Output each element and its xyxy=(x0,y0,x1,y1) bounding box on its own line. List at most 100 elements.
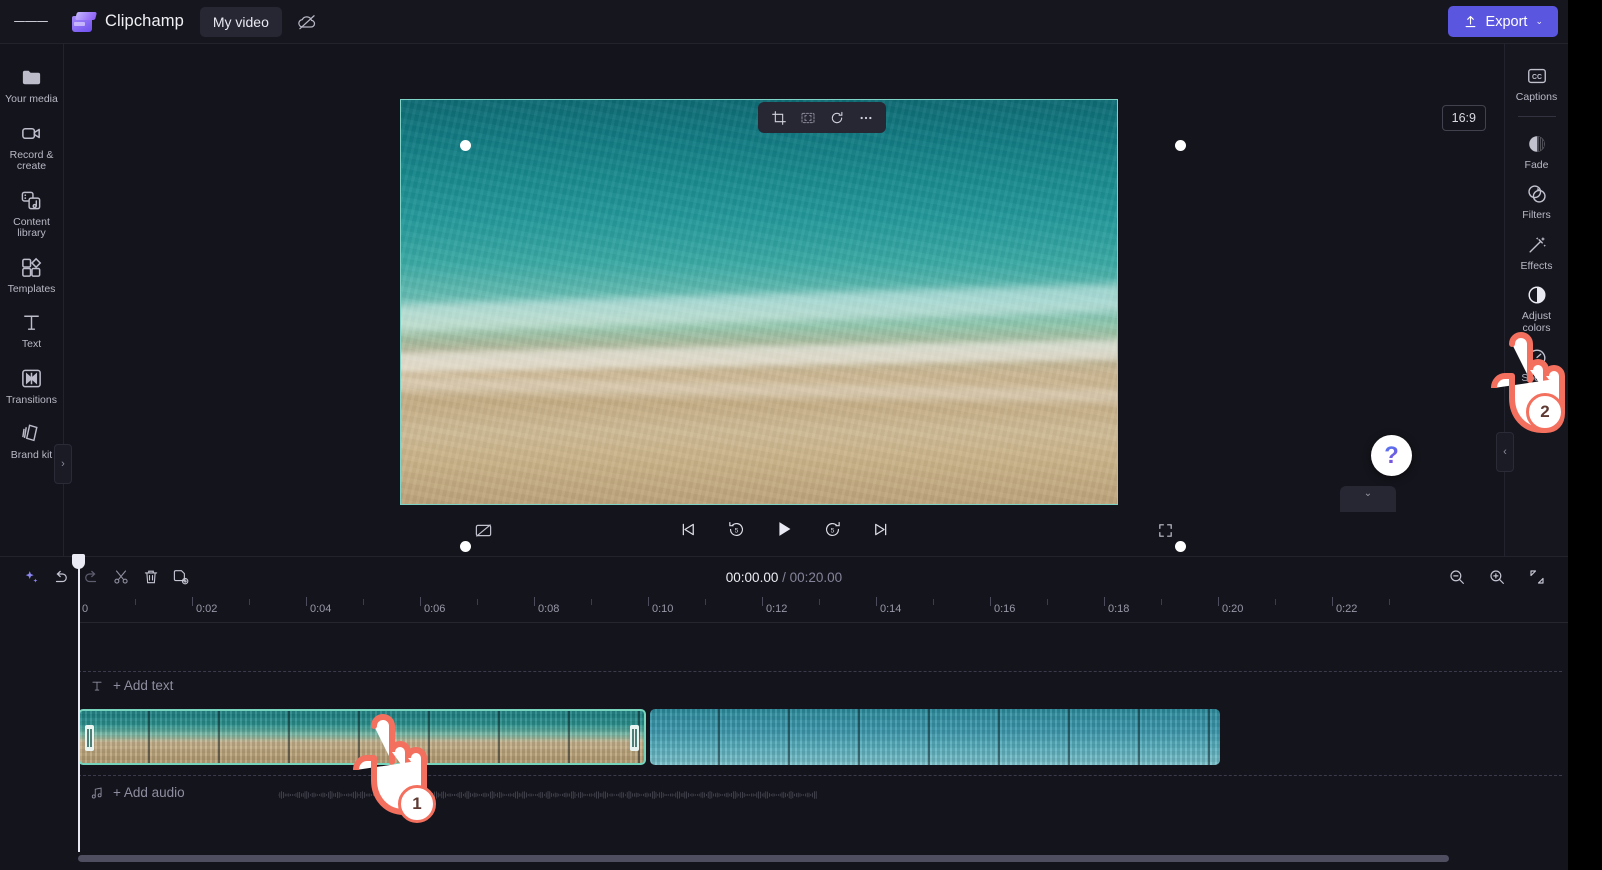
cloud-off-icon[interactable] xyxy=(292,7,322,37)
video-clip-beach[interactable] xyxy=(78,709,646,765)
time-separator: / xyxy=(782,569,786,585)
sidebar-item-transitions[interactable]: Transitions xyxy=(1,359,63,413)
fullscreen-icon[interactable] xyxy=(1151,516,1179,544)
playhead-knob[interactable] xyxy=(72,554,85,569)
rsidebar-item-label: Adjust colors xyxy=(1521,310,1552,334)
rsidebar-item-speed[interactable]: Speed xyxy=(1506,339,1568,390)
library-icon xyxy=(21,191,41,209)
sidebar-item-label: Transitions xyxy=(6,393,57,406)
add-text-label: + Add text xyxy=(113,678,174,693)
sidebar-item-label: Templates xyxy=(7,282,56,295)
video-preview-frame[interactable] xyxy=(400,99,1118,505)
play-button[interactable] xyxy=(771,516,797,542)
svg-text:5: 5 xyxy=(734,527,738,534)
trash-icon xyxy=(144,570,158,584)
ruler-tick-minor xyxy=(1047,599,1048,605)
ai-suggestions-button[interactable] xyxy=(16,562,46,592)
help-label: ? xyxy=(1384,441,1399,469)
scrollbar-thumb[interactable] xyxy=(78,855,1449,862)
text-track-add[interactable]: + Add text xyxy=(78,671,1562,699)
playhead[interactable] xyxy=(72,554,85,852)
sidebar-item-label: Your media xyxy=(5,93,58,105)
sidebar-item-text[interactable]: Text xyxy=(1,303,63,357)
playback-controls: 5 5 xyxy=(64,516,1504,542)
ruler-tick-minor xyxy=(705,599,706,605)
sidebar-item-label: Brand kit xyxy=(10,449,53,461)
rotate-icon[interactable] xyxy=(824,105,849,130)
fit-to-frame-icon[interactable] xyxy=(795,105,820,130)
zoom-in-button[interactable] xyxy=(1482,562,1512,592)
sidebar-item-your-media[interactable]: Your media xyxy=(1,58,63,112)
expand-sidebar-chevron-icon[interactable]: › xyxy=(54,444,72,484)
clip-trim-handle-right[interactable] xyxy=(630,725,639,751)
zoom-out-button[interactable] xyxy=(1442,562,1472,592)
undo-button[interactable] xyxy=(46,562,76,592)
resize-handle-top-right[interactable] xyxy=(1175,140,1186,151)
text-track-icon xyxy=(92,681,102,691)
templates-icon xyxy=(22,257,42,277)
add-audio-label: + Add audio xyxy=(113,785,185,800)
effects-icon xyxy=(1528,236,1546,253)
folder-icon xyxy=(22,70,41,85)
collapse-panel-chevron-icon[interactable]: ‹ xyxy=(1496,432,1514,472)
panel-collapse-chevron-icon[interactable]: ⌄ xyxy=(1340,486,1396,512)
annotation-badge-1: 1 xyxy=(398,785,436,823)
chevron-down-icon: ⌄ xyxy=(1535,16,1543,26)
sidebar-item-content-library[interactable]: Content library xyxy=(1,181,63,246)
rsidebar-item-fade[interactable]: Fade xyxy=(1506,126,1568,177)
rsidebar-item-adjust-colors[interactable]: Adjust colors xyxy=(1506,277,1568,339)
duplicate-button[interactable] xyxy=(166,562,196,592)
rewind-5s-button[interactable]: 5 xyxy=(723,516,749,542)
resize-handle-bottom-right[interactable] xyxy=(1175,541,1186,552)
rsidebar-item-effects[interactable]: Effects xyxy=(1506,227,1568,278)
split-button[interactable] xyxy=(106,562,136,592)
sidebar-item-label: Record & create xyxy=(9,148,54,172)
ruler-tick-minor xyxy=(1389,599,1390,605)
project-title[interactable]: My video xyxy=(199,6,282,37)
hamburger-icon[interactable] xyxy=(14,5,48,39)
sidebar-divider xyxy=(1517,115,1556,117)
resize-handle-bottom-left[interactable] xyxy=(460,541,471,552)
redo-icon xyxy=(85,570,97,583)
brandkit-icon xyxy=(22,424,38,442)
adjust-colors-icon xyxy=(1527,286,1546,304)
delete-button[interactable] xyxy=(136,562,166,592)
timeline-scrollbar[interactable] xyxy=(78,855,1552,862)
audio-track-add[interactable]: + Add audio xyxy=(78,775,1562,809)
ruler-tick-minor xyxy=(363,599,364,605)
total-time: 00:20.00 xyxy=(789,569,843,585)
resize-handle-top-left[interactable] xyxy=(460,140,471,151)
annotation-badge-2: 2 xyxy=(1526,393,1564,431)
skip-to-end-button[interactable] xyxy=(867,516,893,542)
fit-timeline-button[interactable] xyxy=(1522,562,1552,592)
duplicate-icon xyxy=(173,570,189,585)
timeline: 00:00.00 / 00:20.00 0 0:02 0:04 0:06 0:0… xyxy=(0,554,1568,870)
sidebar-item-templates[interactable]: Templates xyxy=(1,248,63,302)
sidebar-item-record-create[interactable]: Record & create xyxy=(1,114,63,179)
video-clip-ocean[interactable] xyxy=(650,709,1220,765)
ruler-tick-label: 0:04 xyxy=(310,603,332,615)
skip-to-start-button[interactable] xyxy=(675,516,701,542)
svg-text:5: 5 xyxy=(830,527,834,534)
brand-name: Clipchamp xyxy=(105,12,184,30)
help-button[interactable]: ? xyxy=(1371,435,1412,476)
ruler-tick-label: 0:08 xyxy=(538,603,560,615)
music-note-icon xyxy=(91,787,102,798)
text-icon xyxy=(24,315,39,330)
sidebar-item-label: Content library xyxy=(13,215,50,239)
rsidebar-item-captions[interactable]: CC Captions xyxy=(1506,58,1568,109)
ruler-tick-minor xyxy=(1275,599,1276,605)
preview-area: 16:9 ? ⌄ 5 5 xyxy=(64,44,1504,556)
fit-timeline-icon xyxy=(1530,570,1544,584)
clip-trim-handle-left[interactable] xyxy=(85,725,94,751)
ruler-tick-minor xyxy=(477,599,478,605)
timeline-ruler[interactable]: 0 0:02 0:04 0:06 0:08 0:10 0:12 0:14 0:16 0:18 0:2… xyxy=(78,597,1568,623)
scissors-icon xyxy=(114,570,128,584)
clipchamp-logo-icon xyxy=(72,11,97,33)
rsidebar-item-filters[interactable]: Filters xyxy=(1506,176,1568,227)
export-button[interactable]: Export ⌄ xyxy=(1447,6,1558,37)
aspect-ratio-badge[interactable]: 16:9 xyxy=(1441,105,1486,131)
crop-icon[interactable] xyxy=(766,105,791,130)
forward-5s-button[interactable]: 5 xyxy=(819,516,845,542)
more-options-icon[interactable] xyxy=(853,105,878,130)
